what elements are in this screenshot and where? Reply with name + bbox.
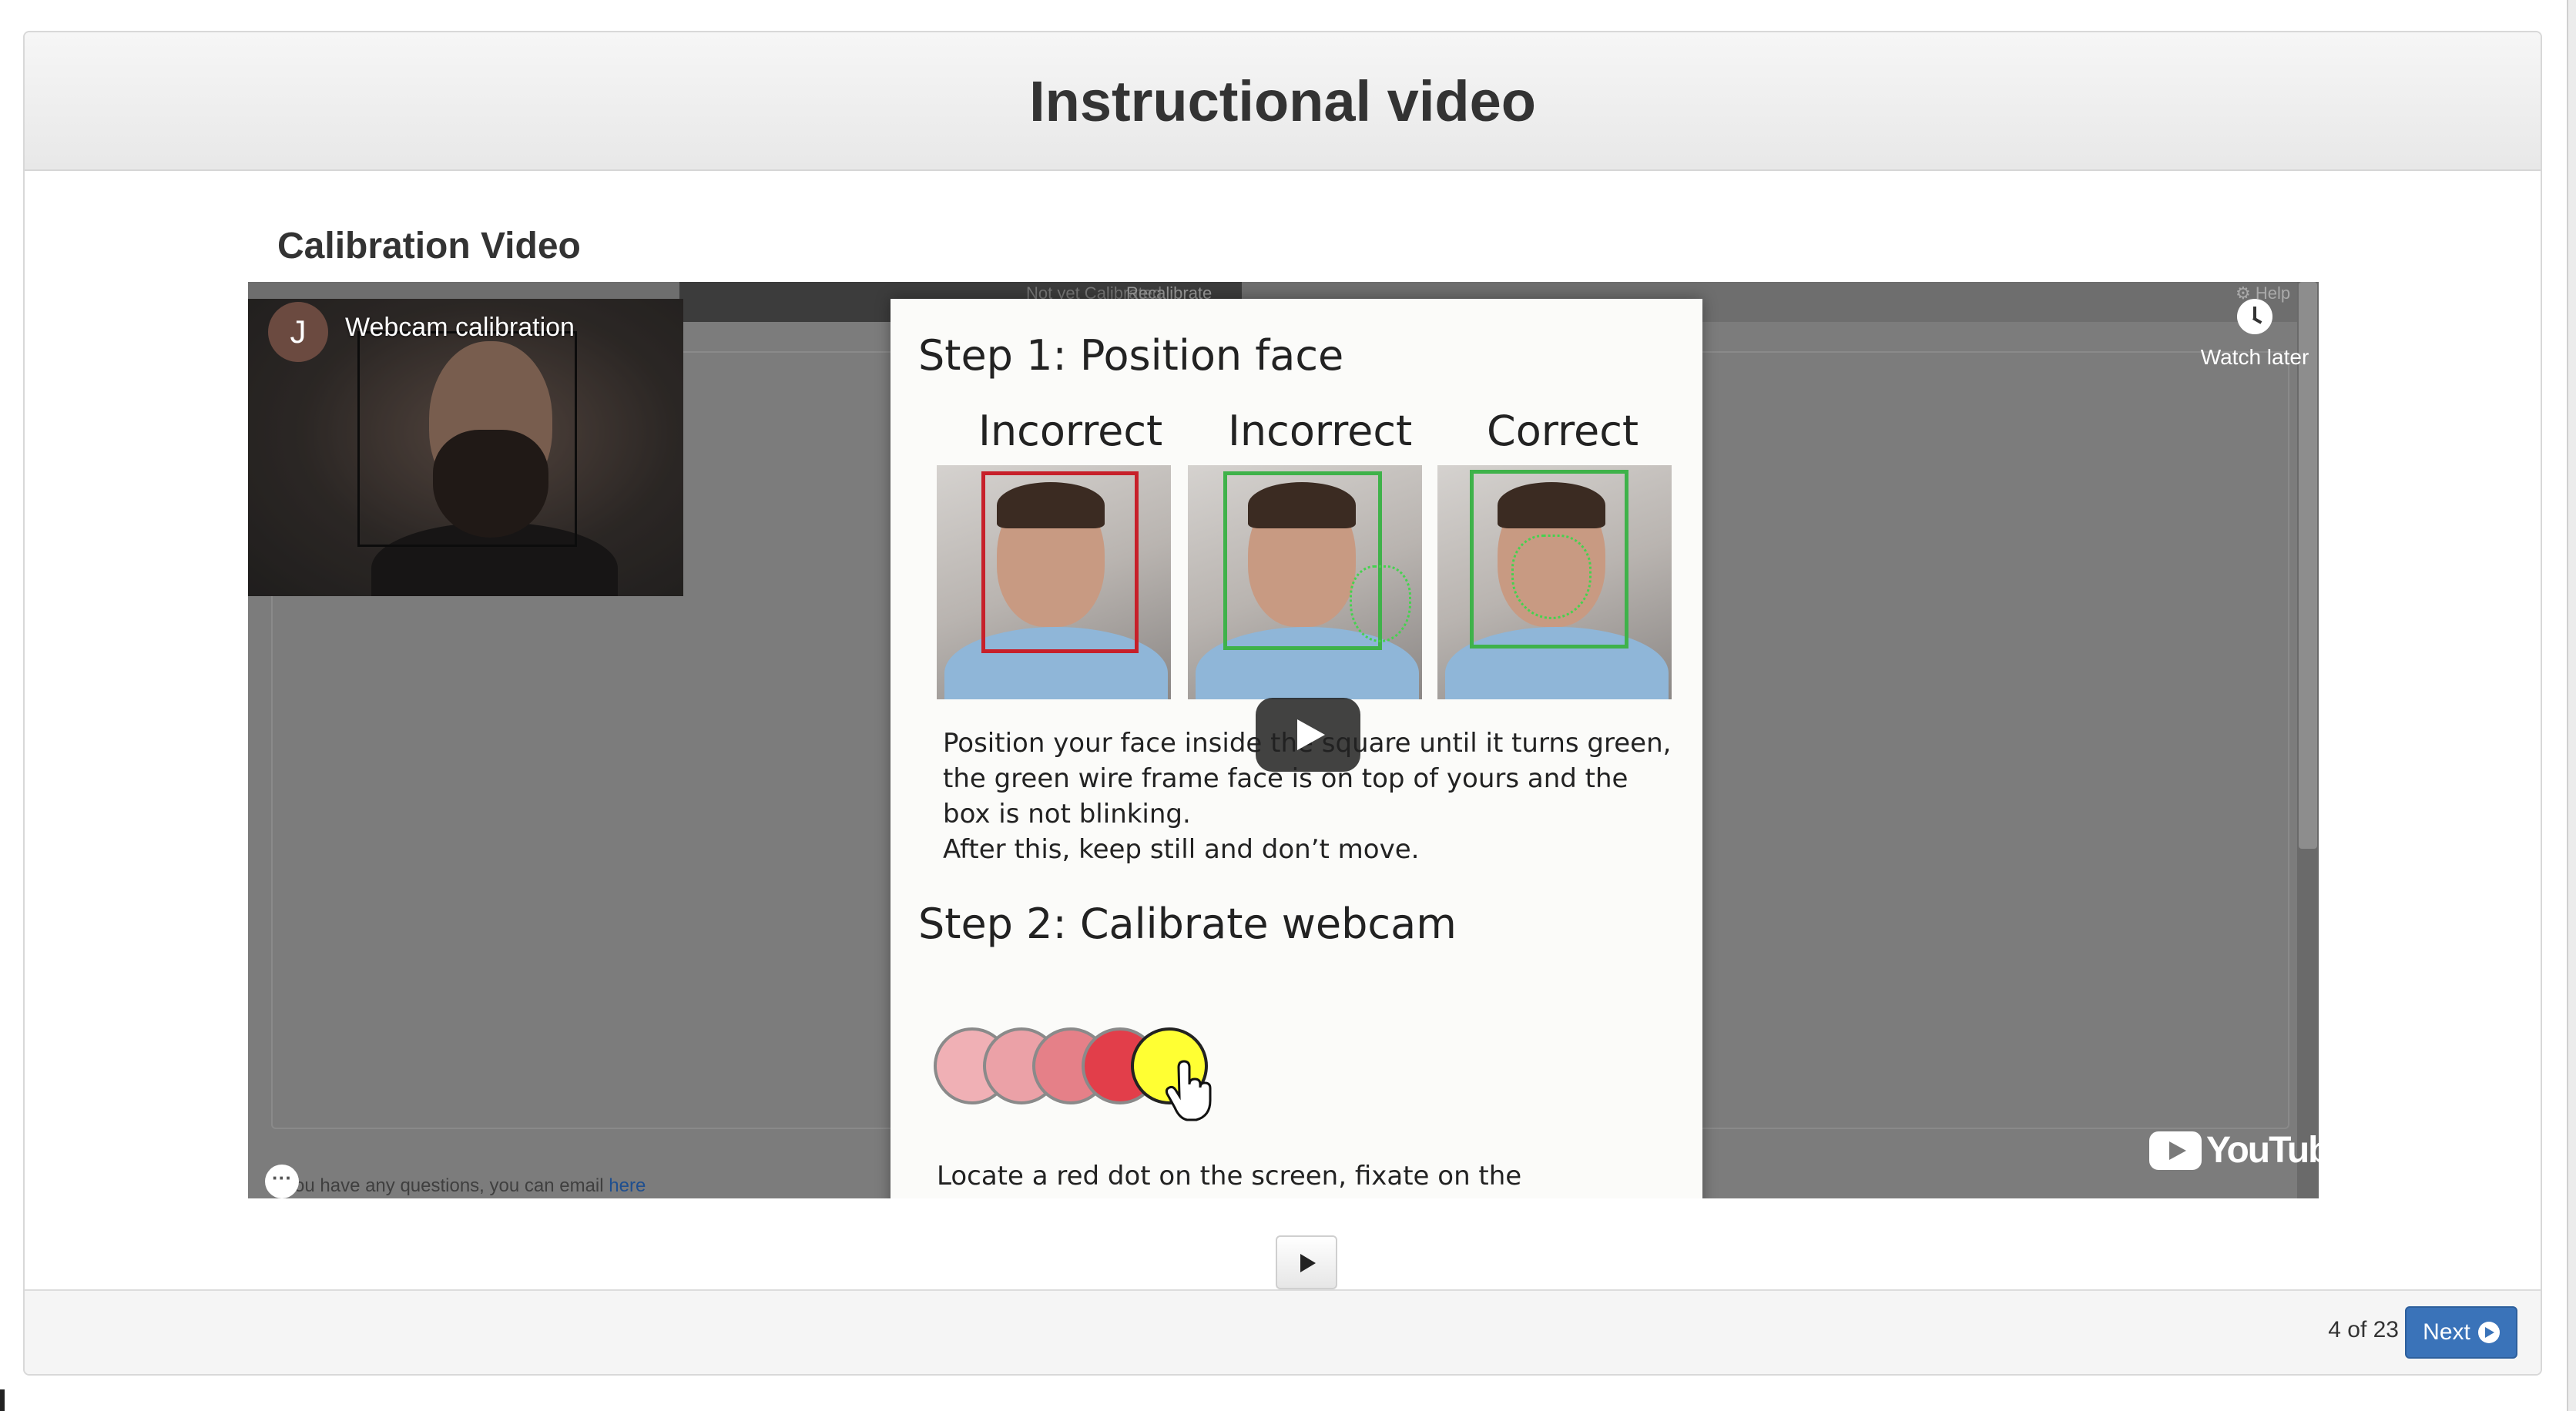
slide-step2-instructions: Locate a red dot on the screen, fixate o… — [937, 1161, 1522, 1191]
more-options-icon[interactable]: ··· — [265, 1165, 299, 1198]
incorrect-face-example-2 — [1188, 465, 1422, 699]
arrow-circle-right-icon — [2477, 1322, 2500, 1343]
panel-footer: 4 of 23 Next — [25, 1289, 2541, 1374]
play-control-button[interactable] — [1276, 1235, 1337, 1289]
youtube-wordmark: YouTube — [2206, 1130, 2319, 1171]
calibration-dots-illustration — [934, 1027, 1257, 1121]
youtube-logo[interactable]: YouTube — [2149, 1129, 2319, 1171]
video-bg-scrollbar — [2297, 282, 2319, 1198]
panel-header: Instructional video — [25, 32, 2541, 171]
next-button[interactable]: Next — [2405, 1306, 2517, 1359]
channel-avatar[interactable]: J — [268, 302, 328, 362]
next-button-label: Next — [2423, 1319, 2470, 1345]
slide-step1-text-b: After this, keep still and don’t move. — [943, 834, 1420, 865]
video-title[interactable]: Webcam calibration — [345, 313, 575, 343]
hand-cursor-icon — [1165, 1060, 1212, 1121]
page-indicator: 4 of 23 — [2328, 1317, 2399, 1342]
clock-icon — [2237, 299, 2272, 334]
video-bg-email-line: If you have any questions, you can email… — [270, 1175, 646, 1197]
slide-col2-label: Incorrect — [1228, 407, 1413, 455]
page-title: Instructional video — [1029, 69, 1536, 133]
correct-face-example — [1437, 465, 1672, 699]
misplaced-wireframe — [1350, 565, 1411, 642]
slide-step2-title: Step 2: Calibrate webcam — [918, 900, 1457, 948]
window-corner — [0, 1389, 5, 1411]
youtube-video-player[interactable]: Not yet Calibrated Recalibrate ⚙ Help If… — [248, 282, 2319, 1198]
incorrect-face-example-1 — [937, 465, 1171, 699]
section-heading: Calibration Video — [277, 226, 581, 266]
aligned-wireframe — [1511, 535, 1592, 619]
watch-later-label: Watch later — [2200, 345, 2309, 369]
video-bg-email-link: here — [609, 1175, 646, 1196]
watch-later-button[interactable]: Watch later — [2197, 299, 2313, 370]
slide-col1-label: Incorrect — [978, 407, 1163, 455]
window-scrollbar[interactable] — [2567, 0, 2576, 1411]
survey-panel: Instructional video Calibration Video No… — [23, 31, 2542, 1376]
slide-col3-label: Correct — [1487, 407, 1639, 455]
large-play-button[interactable] — [1256, 698, 1360, 772]
red-position-box — [981, 471, 1139, 653]
video-bg-email-text: If you have any questions, you can email — [270, 1175, 609, 1196]
slide-step1-title: Step 1: Position face — [918, 331, 1344, 380]
youtube-play-icon — [2149, 1131, 2202, 1170]
